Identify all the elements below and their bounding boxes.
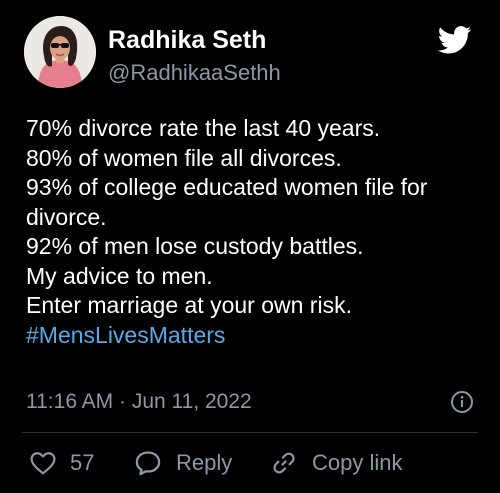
link-icon (270, 450, 298, 476)
reply-button[interactable]: Reply (134, 446, 232, 480)
tweet-timestamp[interactable]: 11:16 AM · Jun 11, 2022 (26, 390, 252, 414)
copy-link-label: Copy link (312, 450, 403, 475)
profile-photo-icon (24, 16, 96, 88)
tweet-actions: 57 Reply Copy link (30, 446, 480, 480)
tweet-text: 70% divorce rate the last 40 years. 80% … (26, 114, 486, 350)
heart-icon (30, 451, 56, 475)
tweet-line: 70% divorce rate the last 40 years. (26, 115, 381, 141)
reply-label: Reply (176, 450, 233, 475)
info-icon[interactable] (450, 390, 474, 414)
tweet-line: 80% of women file all divorces. (26, 144, 342, 171)
tweet-header: Radhika Seth @RadhikaaSethh (24, 16, 480, 96)
hashtag-link[interactable]: #MensLivesMatters (26, 321, 486, 351)
divider (22, 432, 478, 433)
like-button[interactable]: 57 (30, 446, 94, 480)
tweet-line: 92% of men lose custody battles. (26, 233, 364, 259)
user-handle[interactable]: @RadhikaaSethh (108, 60, 281, 86)
twitter-bird-icon[interactable] (437, 26, 472, 54)
tweet-line: divorce. (26, 203, 107, 230)
tweet-card: Radhika Seth @RadhikaaSethh 70% divorce … (0, 0, 500, 493)
tweet-line: My advice to men. (26, 262, 213, 289)
speech-bubble-icon (134, 450, 162, 476)
like-count: 57 (70, 450, 95, 475)
tweet-line: Enter marriage at your own risk. (26, 292, 352, 318)
avatar[interactable] (24, 16, 96, 88)
display-name[interactable]: Radhika Seth (108, 26, 266, 55)
copy-link-button[interactable]: Copy link (270, 446, 402, 480)
tweet-line: 93% of college educated women file for (26, 174, 428, 200)
